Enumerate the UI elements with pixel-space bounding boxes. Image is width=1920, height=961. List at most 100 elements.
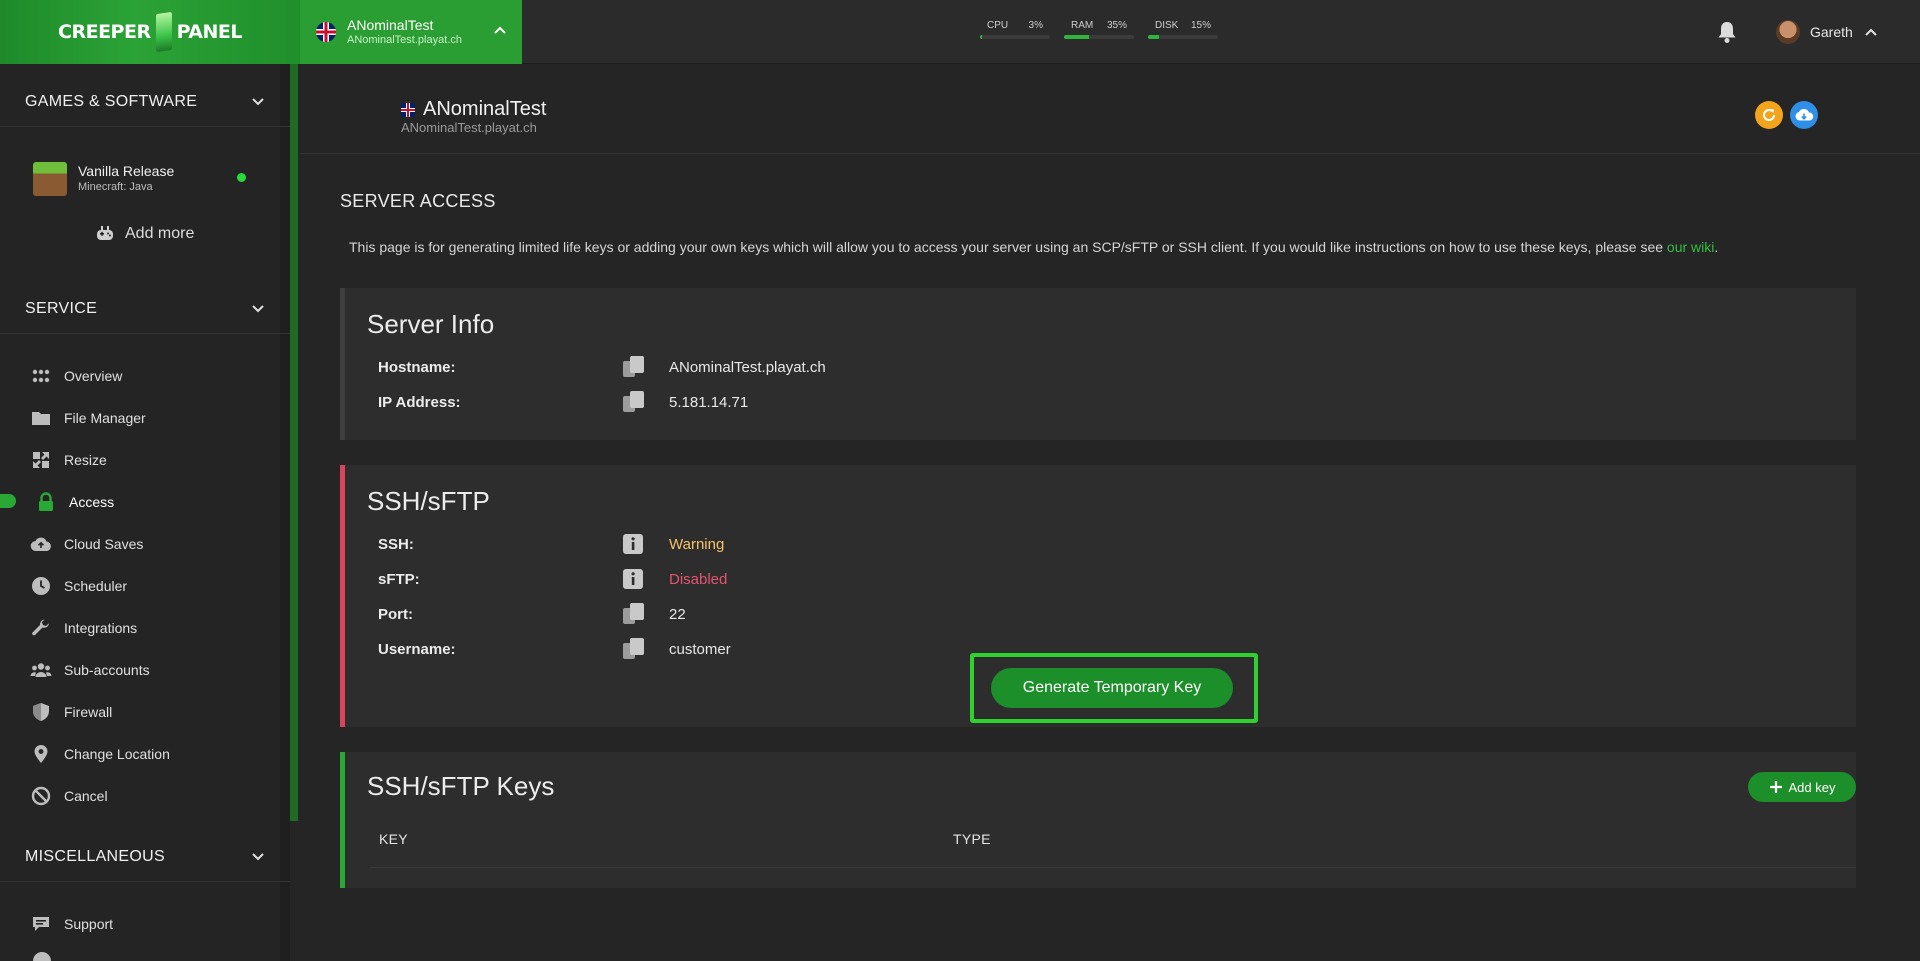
sidebar-item-label: Resize xyxy=(64,452,107,468)
sidebar-item-overview[interactable]: Overview xyxy=(30,361,260,391)
backup-button[interactable] xyxy=(1790,101,1818,129)
user-name: Gareth xyxy=(1810,24,1853,40)
server-switcher-names: ANominalTest ANominalTest.playat.ch xyxy=(347,17,462,46)
column-header-key: KEY xyxy=(379,831,408,847)
cpu-label: CPU xyxy=(987,20,1009,31)
intro-end: . xyxy=(1714,239,1719,255)
misc-section-toggle[interactable]: MISCELLANEOUS xyxy=(0,832,290,882)
plus-icon xyxy=(1769,781,1782,793)
section-title: SERVER ACCESS xyxy=(340,191,496,211)
sidebar-scrollbar[interactable] xyxy=(290,64,298,821)
username-value: customer xyxy=(669,640,731,658)
refresh-icon xyxy=(1763,109,1776,121)
sidebar-item-scheduler[interactable]: Scheduler xyxy=(30,571,260,601)
uk-flag-icon xyxy=(401,102,415,117)
cloud-icon xyxy=(30,533,52,555)
port-row: Port: 22 xyxy=(378,602,1078,626)
username-label: Username: xyxy=(378,640,456,658)
add-key-label: Add key xyxy=(1788,779,1836,795)
chevron-up-icon xyxy=(1865,28,1877,36)
online-status-dot xyxy=(237,173,246,182)
service-heading: SERVICE xyxy=(25,299,98,317)
chevron-down-icon xyxy=(252,852,264,860)
server-switcher-host: ANominalTest.playat.ch xyxy=(347,33,462,46)
sidebar-item-resize[interactable]: Resize xyxy=(30,445,260,475)
hostname-value: ANominalTest.playat.ch xyxy=(669,358,826,376)
cpu-bar xyxy=(980,35,1050,39)
chat-icon xyxy=(30,913,52,935)
sftp-label: sFTP: xyxy=(378,570,420,588)
logo-right: PANEL xyxy=(176,21,243,43)
ssh-keys-title: SSH/sFTP Keys xyxy=(367,771,555,801)
games-section-toggle[interactable]: GAMES & SOFTWARE xyxy=(0,77,290,127)
server-switcher-name: ANominalTest xyxy=(347,17,434,34)
grid-icon xyxy=(30,365,52,387)
ip-value: 5.181.14.71 xyxy=(669,393,749,411)
page-title-block: ANominalTest ANominalTest.playat.ch xyxy=(401,98,546,135)
sidebar-item-label: File Manager xyxy=(64,410,146,426)
add-more-button[interactable]: Add more xyxy=(95,225,194,243)
chevron-down-icon xyxy=(252,304,264,312)
cpu-bar-fill xyxy=(980,35,983,39)
server-switcher[interactable]: ANominalTest ANominalTest.playat.ch xyxy=(300,0,522,64)
intro-text: This page is for generating limited life… xyxy=(349,239,1718,255)
chevron-up-icon xyxy=(494,26,506,34)
shield-icon xyxy=(30,701,52,723)
sidebar-item-label: Cancel xyxy=(64,788,108,804)
logo-text: CREEPER PANEL xyxy=(58,11,243,53)
misc-heading: MISCELLANEOUS xyxy=(25,847,165,865)
sidebar-item-access[interactable]: Access xyxy=(35,487,265,517)
sidebar-item-label: Integrations xyxy=(64,620,138,636)
page-host: ANominalTest.playat.ch xyxy=(401,120,537,135)
logo-left: CREEPER xyxy=(58,21,151,43)
ram-label: RAM xyxy=(1071,20,1094,31)
sidebar-item-integrations[interactable]: Integrations xyxy=(30,613,260,643)
users-icon xyxy=(30,659,52,681)
service-section-toggle[interactable]: SERVICE xyxy=(0,284,290,334)
ssh-value: Warning xyxy=(669,535,725,553)
copy-icon[interactable] xyxy=(621,355,647,379)
server-info-card: Server Info Hostname: ANominalTest.playa… xyxy=(340,288,1856,440)
sidebar-item-change-location[interactable]: Change Location xyxy=(30,739,260,769)
table-divider xyxy=(370,867,1856,868)
wiki-link[interactable]: our wiki xyxy=(1667,239,1714,255)
hostname-label: Hostname: xyxy=(378,358,456,376)
generate-temporary-key-button[interactable]: Generate Temporary Key xyxy=(991,668,1233,708)
resize-icon xyxy=(30,449,52,471)
sidebar-item-sub-accounts[interactable]: Sub-accounts xyxy=(30,655,260,685)
port-value: 22 xyxy=(669,605,686,623)
copy-icon[interactable] xyxy=(621,390,647,414)
sidebar-item-support[interactable]: Support xyxy=(30,909,260,939)
restart-button[interactable] xyxy=(1755,101,1783,129)
sidebar-item-label: Overview xyxy=(64,368,123,384)
bell-icon[interactable] xyxy=(1716,20,1738,44)
add-key-button[interactable]: Add key xyxy=(1748,772,1856,802)
sidebar-item-file-manager[interactable]: File Manager xyxy=(30,403,260,433)
hostname-row: Hostname: ANominalTest.playat.ch xyxy=(378,355,1078,379)
info-icon[interactable] xyxy=(621,567,645,591)
game-item-vanilla-release[interactable]: Vanilla Release Minecraft: Java xyxy=(33,161,253,197)
disk-value: 15% xyxy=(1190,20,1211,31)
disk-bar xyxy=(1148,35,1218,39)
active-indicator xyxy=(0,494,16,508)
page-header: ANominalTest ANominalTest.playat.ch xyxy=(300,64,1920,154)
sidebar-item-label: Access xyxy=(69,494,115,510)
logo-block-icon xyxy=(155,11,172,53)
logo[interactable]: CREEPER PANEL xyxy=(0,0,300,64)
copy-icon[interactable] xyxy=(621,637,647,661)
game-title: Vanilla Release xyxy=(78,163,175,180)
sidebar-item-cancel[interactable]: Cancel xyxy=(30,781,260,811)
sidebar-item-firewall[interactable]: Firewall xyxy=(30,697,260,727)
ram-value: 35% xyxy=(1106,20,1127,31)
ram-bar-fill xyxy=(1064,35,1089,39)
cloud-download-icon xyxy=(1795,109,1814,121)
sftp-value: Disabled xyxy=(669,570,728,588)
user-menu[interactable]: Gareth xyxy=(1776,20,1879,44)
copy-icon[interactable] xyxy=(621,602,647,626)
disk-bar-fill xyxy=(1148,35,1159,39)
server-info-title: Server Info xyxy=(367,309,495,339)
info-icon[interactable] xyxy=(621,532,645,556)
sidebar-item-cloud-saves[interactable]: Cloud Saves xyxy=(30,529,260,559)
uk-flag-icon xyxy=(316,22,336,42)
sidebar-item-label: Sub-accounts xyxy=(64,662,150,678)
